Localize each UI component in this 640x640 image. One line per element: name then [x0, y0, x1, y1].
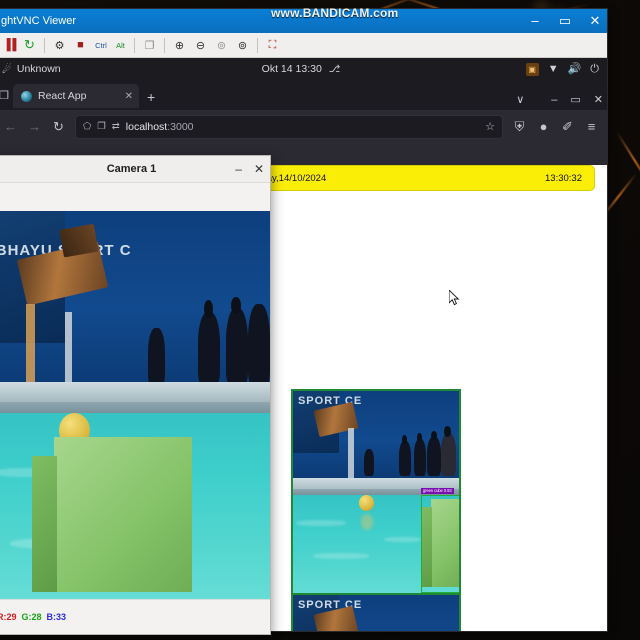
camera-status-bar: R:29 G:28 B:33 [0, 599, 270, 634]
scene-buoy-reflection [361, 513, 373, 531]
bookmark-star-icon[interactable]: ☆ [485, 120, 495, 133]
desktop-top-panel: ☄ Unknown Okt 14 13:30 ⎇ ▣ ▼ 🔊 ⏻ [0, 58, 607, 81]
zoom-out-icon[interactable]: ⊖ [191, 36, 210, 55]
scene-pole [347, 428, 354, 481]
connection-icon: ⇄ [111, 121, 120, 132]
camera-minimize-button[interactable]: – [235, 162, 242, 176]
detection-box [420, 495, 459, 593]
scene-pole [65, 312, 72, 390]
zoom-fit-icon[interactable]: ⊚ [212, 36, 231, 55]
back-icon[interactable]: ← [3, 119, 18, 134]
video-panel-1[interactable]: SPORT CE green cube 0.93 [291, 389, 461, 601]
url-host: localhost [125, 120, 168, 133]
fullscreen-icon[interactable]: ⛶ [263, 36, 282, 55]
network-icon[interactable]: ▼ [548, 63, 559, 75]
video-panel-2[interactable]: SPORT CE [291, 593, 461, 631]
scene-water-highlight [296, 519, 347, 527]
power-icon[interactable]: ⏻ [590, 63, 599, 75]
bandicam-watermark: www.BANDICAM.com [271, 6, 399, 20]
pause-icon[interactable]: ▐▐ [0, 36, 18, 55]
vnc-maximize-button[interactable]: ▭ [557, 9, 573, 33]
scene-person-head [444, 426, 451, 437]
status-banner-time: 13:30:32 [545, 172, 582, 184]
toolbar-separator [44, 37, 45, 53]
scene-person [148, 327, 165, 387]
camera-scene: BHAYU SPORT C [0, 211, 270, 600]
scene-person [197, 312, 221, 387]
browser-close-button[interactable]: ✕ [594, 93, 603, 106]
forward-icon[interactable]: → [27, 119, 42, 134]
tab-favicon [21, 90, 32, 102]
url-port: :3000 [167, 120, 194, 133]
browser-tab-react-app[interactable]: React App ✕ [13, 84, 139, 108]
notification-icon[interactable]: ⎇ [329, 64, 341, 75]
clipboard-icon[interactable]: ❐ [140, 36, 159, 55]
browser-minimize-button[interactable]: – [551, 94, 557, 106]
browser-tabstrip: ❐ React App ✕ + ∨ – ▭ ✕ [0, 80, 607, 110]
new-tab-button[interactable]: + [139, 89, 163, 110]
rgb-blue-value: B:33 [46, 612, 67, 622]
video-scene: SPORT CE [293, 595, 459, 631]
scene-pole [26, 304, 35, 390]
application-menu-icon[interactable]: ≡ [584, 119, 599, 134]
tracking-protection-icon[interactable]: ⛨ [512, 119, 527, 135]
url-text: localhost:3000 [126, 121, 479, 133]
package-icon[interactable]: ▣ [525, 62, 539, 76]
scene-water-highlight [384, 536, 421, 542]
zoom-actual-icon[interactable]: ⊚ [233, 36, 252, 55]
vnc-close-button[interactable]: ✕ [587, 9, 603, 33]
browser-navigation-bar: ← → ↻ ⬠ ❐ ⇄ localhost:3000 ☆ ⛨ ● ✐ ≡ [0, 110, 607, 143]
ctrl-key-button[interactable]: Ctrl [92, 36, 110, 55]
camera-video-view[interactable]: BHAYU SPORT C [0, 211, 270, 600]
camera-window: Camera 1 – ✕ BHAYU SPORT C [0, 155, 271, 635]
rgb-red-value: R:29 [0, 612, 17, 622]
tab-close-icon[interactable]: ✕ [125, 91, 133, 102]
refresh-icon[interactable]: ↻ [20, 36, 39, 55]
toolbar-separator [134, 37, 135, 53]
volume-icon[interactable]: 🔊 [568, 63, 582, 75]
alt-key-button[interactable]: Alt [112, 36, 129, 55]
scene-person [364, 449, 375, 477]
reload-icon[interactable]: ↻ [51, 119, 66, 135]
scene-person [225, 308, 248, 387]
scene-person [414, 438, 426, 477]
connection-info-icon[interactable]: ■ [71, 36, 90, 55]
detection-label: green cube 0.93 [420, 487, 454, 495]
zoom-in-icon[interactable]: ⊕ [170, 36, 189, 55]
extensions-icon[interactable]: ✐ [560, 119, 575, 135]
toolbar-separator [257, 37, 258, 53]
shield-icon[interactable]: ⬠ [83, 121, 91, 132]
toolbar-separator [164, 37, 165, 53]
scene-person-head [430, 430, 437, 441]
camera-window-titlebar[interactable]: Camera 1 – ✕ [0, 156, 270, 183]
scene-person [440, 432, 456, 477]
panel-clock[interactable]: Okt 14 13:30 [262, 63, 322, 75]
scene-truss [59, 223, 99, 257]
account-icon[interactable]: ● [536, 119, 551, 134]
scene-green-cube [53, 436, 193, 593]
video-scene: SPORT CE [293, 391, 459, 599]
window-system-icon[interactable]: ❐ [0, 89, 13, 110]
rgb-green-value: G:28 [21, 612, 42, 622]
mouse-cursor [449, 290, 460, 306]
scene-buoy [359, 495, 375, 511]
camera-window-subbar [0, 183, 270, 212]
scene-person [247, 304, 270, 387]
browser-maximize-button[interactable]: ▭ [570, 93, 580, 106]
vnc-toolbar: ▐▐ ↻ ⚙ ■ Ctrl Alt ❐ ⊕ ⊖ ⊚ ⊚ ⛶ [0, 33, 607, 58]
camera-window-title: Camera 1 [106, 163, 157, 175]
vnc-minimize-button[interactable]: – [527, 9, 543, 33]
page-info-icon[interactable]: ❐ [97, 121, 106, 132]
camera-close-button[interactable]: ✕ [254, 162, 264, 176]
scene-person [427, 436, 441, 477]
vnc-title-label: ghtVNC Viewer [1, 15, 76, 27]
options-icon[interactable]: ⚙ [50, 36, 69, 55]
list-all-tabs-icon[interactable]: ∨ [516, 93, 524, 106]
scene-person [399, 440, 411, 477]
address-bar[interactable]: ⬠ ❐ ⇄ localhost:3000 ☆ [75, 114, 503, 139]
scene-person-head [203, 300, 213, 318]
tab-title: React App [38, 90, 87, 102]
scene-green-cube-side [31, 456, 57, 593]
